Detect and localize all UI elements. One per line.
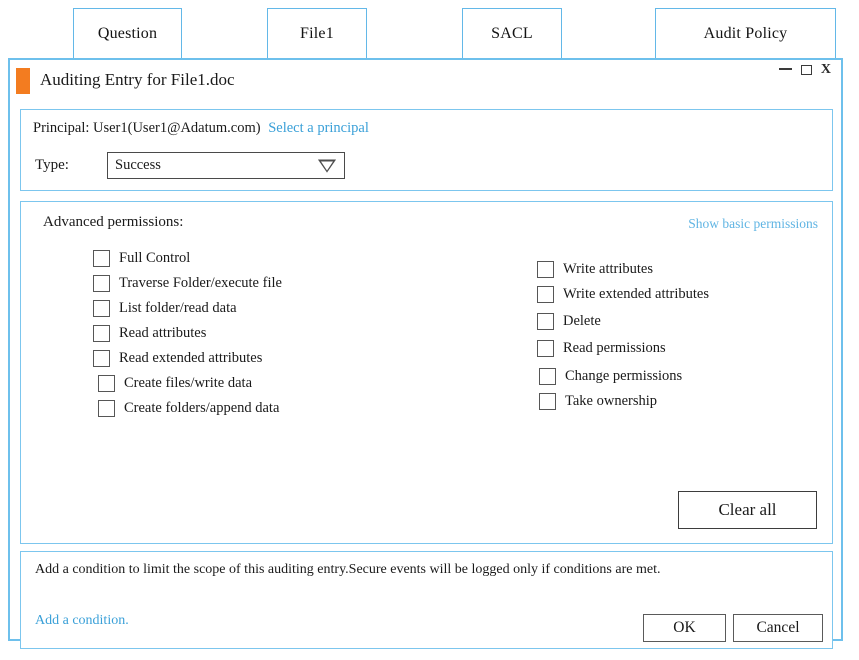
permission-label: Full Control: [119, 249, 191, 266]
permission-label: Read extended attributes: [119, 349, 263, 366]
type-row: Type: Success: [35, 152, 345, 179]
permissions-left-column: Full Control Traverse Folder/execute fil…: [93, 246, 282, 421]
permission-row[interactable]: Read extended attributes: [93, 346, 282, 370]
checkbox-change-permissions[interactable]: [539, 367, 556, 385]
permission-row[interactable]: Change permissions: [539, 364, 709, 388]
checkbox-read-permissions[interactable]: [537, 339, 554, 357]
add-a-condition-link[interactable]: Add a condition.: [35, 613, 129, 629]
type-select[interactable]: Success: [107, 152, 345, 179]
checkbox-delete[interactable]: [537, 312, 554, 330]
permission-label: List folder/read data: [119, 299, 237, 316]
show-basic-permissions-link[interactable]: Show basic permissions: [688, 216, 818, 232]
checkbox-traverse-folder-execute-file[interactable]: [93, 274, 110, 292]
permissions-right-column: Write attributes Write extended attribut…: [537, 257, 709, 414]
close-icon[interactable]: X: [821, 63, 831, 77]
chevron-down-icon: [318, 159, 336, 172]
principal-row: Principal: User1(User1@Adatum.com) Selec…: [33, 120, 369, 137]
permission-label: Take ownership: [565, 392, 657, 409]
checkbox-read-extended-attributes[interactable]: [93, 349, 110, 367]
checkbox-read-attributes[interactable]: [93, 324, 110, 342]
maximize-icon[interactable]: [800, 65, 812, 75]
cancel-button[interactable]: Cancel: [733, 614, 823, 642]
permission-label: Change permissions: [565, 367, 683, 384]
tab-audit-policy-label: Audit Policy: [703, 25, 788, 42]
checkbox-write-extended-attributes[interactable]: [537, 285, 554, 303]
permission-label: Write attributes: [563, 260, 654, 277]
principal-panel: Principal: User1(User1@Adatum.com) Selec…: [20, 109, 833, 191]
permission-label: Read permissions: [563, 339, 666, 356]
permission-label: Traverse Folder/execute file: [119, 274, 282, 291]
select-a-principal-link[interactable]: Select a principal: [268, 120, 369, 136]
permission-label: Create folders/append data: [124, 399, 280, 416]
window-controls: X: [778, 63, 831, 77]
permissions-panel: Advanced permissions: Show basic permiss…: [20, 201, 833, 544]
minimize-icon[interactable]: [778, 68, 792, 70]
permission-label: Create files/write data: [124, 374, 253, 391]
ok-button[interactable]: OK: [643, 614, 726, 642]
tab-strip: Question File1 SACL Audit Policy: [0, 0, 859, 64]
conditions-description: Add a condition to limit the scope of th…: [35, 562, 661, 577]
title-bar: Auditing Entry for File1.doc X: [10, 60, 841, 101]
permission-row[interactable]: Write attributes: [537, 257, 709, 281]
document-icon: [16, 68, 30, 94]
type-selected-value: Success: [115, 157, 161, 173]
tab-file1-label: File1: [300, 25, 334, 42]
clear-all-button[interactable]: Clear all: [678, 491, 817, 529]
principal-text: Principal: User1(User1@Adatum.com): [33, 120, 261, 136]
tab-file1[interactable]: File1: [267, 8, 367, 64]
permission-row[interactable]: Create folders/append data: [98, 396, 282, 420]
permission-row[interactable]: Full Control: [93, 246, 282, 270]
tab-question[interactable]: Question: [73, 8, 182, 59]
tab-sacl[interactable]: SACL: [462, 8, 562, 59]
checkbox-list-folder-read-data[interactable]: [93, 298, 110, 317]
tab-question-label: Question: [97, 25, 158, 42]
tab-audit-policy[interactable]: Audit Policy: [655, 8, 836, 59]
permission-row[interactable]: Traverse Folder/execute file: [93, 271, 282, 295]
permission-row[interactable]: Read attributes: [93, 321, 282, 345]
window-title: Auditing Entry for File1.doc: [40, 70, 235, 89]
permission-row[interactable]: Take ownership: [539, 389, 709, 413]
permission-row[interactable]: Delete: [537, 309, 709, 333]
permission-row[interactable]: Write extended attributes: [537, 282, 709, 306]
checkbox-full-control[interactable]: [93, 249, 110, 267]
permission-label: Read attributes: [119, 324, 207, 341]
permission-row[interactable]: Create files/write data: [98, 371, 282, 395]
advanced-permissions-heading: Advanced permissions:: [43, 214, 184, 230]
type-label: Type:: [35, 157, 69, 173]
permission-row[interactable]: List folder/read data: [93, 296, 282, 320]
auditing-entry-dialog: Auditing Entry for File1.doc X Principal…: [8, 58, 843, 649]
tab-sacl-label: SACL: [491, 25, 533, 42]
checkbox-write-attributes[interactable]: [537, 260, 554, 278]
checkbox-take-ownership[interactable]: [539, 392, 556, 410]
permission-label: Write extended attributes: [563, 285, 709, 302]
permission-row[interactable]: Read permissions: [537, 336, 709, 360]
checkbox-create-folders-append-data[interactable]: [98, 399, 115, 417]
checkbox-create-files-write-data[interactable]: [98, 374, 115, 392]
permission-label: Delete: [563, 312, 601, 329]
